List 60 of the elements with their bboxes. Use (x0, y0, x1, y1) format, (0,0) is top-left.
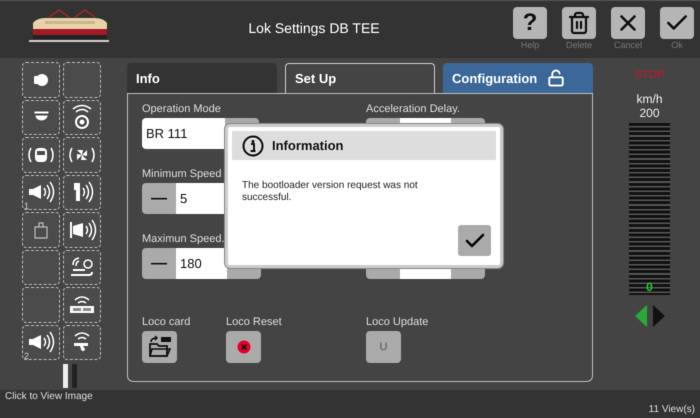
dialog-message: The bootloader version request was not successful. (242, 180, 419, 204)
function-button[interactable] (22, 137, 60, 172)
function-button[interactable] (22, 287, 60, 322)
field-label: Operation Mode (142, 103, 222, 116)
button-caption: Help (520, 40, 540, 50)
mode-field[interactable]: BR 111 (142, 118, 225, 149)
speed-reading: 0 (645, 280, 654, 294)
delete-button[interactable] (562, 7, 596, 39)
function-button[interactable]: 1 (22, 174, 60, 210)
function-button[interactable] (63, 174, 101, 210)
scrollbar-icon[interactable] (63, 364, 77, 388)
field-label: Acceleration Delay. (366, 103, 461, 116)
minus-button[interactable]: — (142, 183, 176, 214)
minus-button[interactable]: — (142, 248, 176, 279)
unlock-icon (547, 69, 566, 87)
number-field[interactable]: 5 (176, 183, 227, 214)
status-text: STOP (634, 69, 664, 81)
function-button[interactable] (63, 287, 101, 322)
function-button[interactable] (63, 324, 101, 360)
max-speed: 200 (639, 106, 660, 120)
error-icon (236, 340, 250, 354)
function-button[interactable] (63, 137, 101, 172)
function-button[interactable] (63, 250, 101, 285)
view-image-link[interactable]: Click to View Image (5, 391, 93, 402)
function-button[interactable]: 2 (22, 324, 60, 360)
number-field[interactable]: 180 (176, 248, 227, 279)
reset-button[interactable] (226, 330, 261, 362)
card-button[interactable] (142, 330, 177, 362)
action-label: Loco Update (366, 316, 430, 328)
action-label: Loco card (142, 316, 192, 328)
tab[interactable]: Configuration (443, 63, 593, 93)
ok-button[interactable] (458, 225, 491, 256)
lamp-icon (34, 111, 48, 124)
dialog-title: Information (272, 138, 344, 153)
tab[interactable]: Info (127, 63, 277, 93)
ok-button[interactable] (660, 7, 694, 39)
button-caption: Cancel (614, 40, 642, 50)
function-button[interactable] (63, 212, 101, 248)
folder-icon (146, 334, 172, 358)
button-caption: Delete (566, 40, 592, 50)
function-button[interactable] (63, 62, 101, 98)
function-button[interactable] (22, 62, 60, 98)
help-button[interactable]: ? (513, 7, 547, 39)
field-label: Minimum Speed (142, 168, 222, 181)
speed-meter[interactable]: 0 (629, 123, 670, 295)
button-caption: Ok (671, 40, 683, 50)
function-button[interactable] (22, 212, 60, 248)
speed-unit: km/h (636, 92, 662, 106)
action-label: Loco Reset (226, 316, 283, 328)
cancel-button[interactable] (611, 7, 645, 39)
function-button[interactable] (63, 100, 101, 135)
view-count: 11 View(s) (648, 404, 695, 415)
function-button[interactable] (22, 250, 60, 285)
left-arrow-icon[interactable] (634, 305, 646, 327)
function-button[interactable] (22, 100, 60, 135)
trash-icon (567, 11, 591, 35)
tab[interactable]: Set Up (285, 63, 435, 93)
window-title: Lok Settings DB TEE (247, 19, 381, 36)
field-label: Maximun Speed. (142, 233, 226, 246)
info-icon (242, 134, 264, 156)
